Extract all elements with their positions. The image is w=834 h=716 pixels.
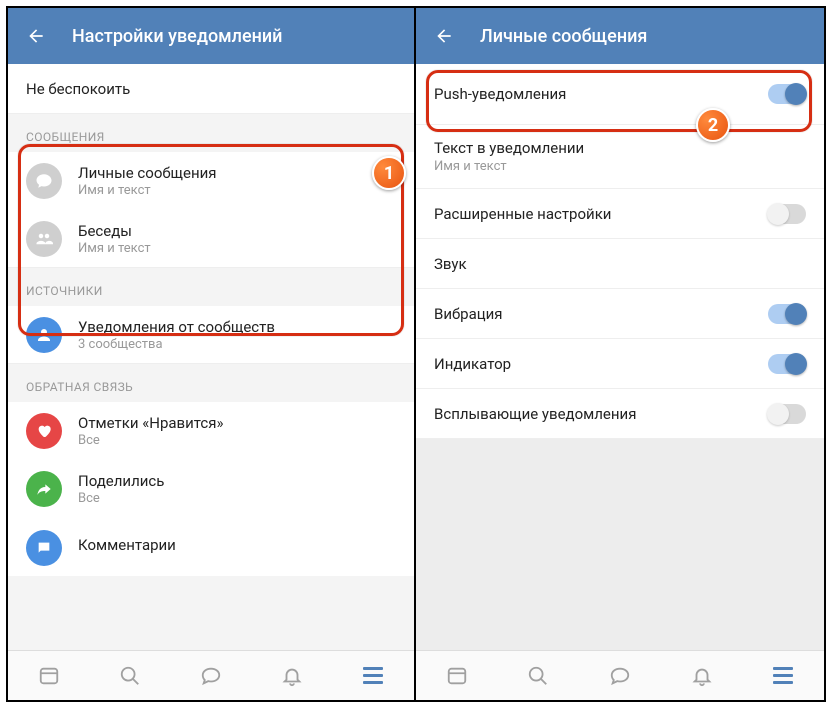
text-in-notif-sub: Имя и текст	[434, 159, 806, 174]
indicator-toggle[interactable]	[768, 354, 806, 374]
shares-sub: Все	[78, 491, 164, 506]
nav-notifications-icon[interactable]	[689, 663, 715, 689]
bottom-nav	[416, 650, 824, 700]
personal-messages-row[interactable]: Личные сообщения Имя и текст	[8, 152, 414, 210]
sound-row[interactable]: Звук	[416, 239, 824, 289]
nav-news-icon[interactable]	[36, 663, 62, 689]
indicator-label: Индикатор	[434, 355, 768, 373]
personal-messages-sub: Имя и текст	[78, 183, 217, 198]
advanced-row[interactable]: Расширенные настройки	[416, 189, 824, 239]
heart-icon	[26, 413, 62, 449]
chats-label: Беседы	[78, 222, 151, 240]
likes-row[interactable]: Отметки «Нравится» Все	[8, 402, 414, 460]
community-icon	[26, 317, 62, 353]
do-not-disturb-row[interactable]: Не беспокоить	[8, 64, 414, 114]
section-messages-header: СООБЩЕНИЯ	[8, 114, 414, 152]
vibration-label: Вибрация	[434, 305, 768, 323]
popup-label: Всплывающие уведомления	[434, 405, 768, 423]
page-title: Настройки уведомлений	[72, 26, 282, 47]
appbar-left: Настройки уведомлений	[8, 8, 414, 64]
right-screen: Личные сообщения Push-уведомления Текст …	[416, 8, 824, 700]
vibration-row[interactable]: Вибрация	[416, 289, 824, 339]
nav-news-icon[interactable]	[444, 663, 470, 689]
personal-messages-label: Личные сообщения	[78, 164, 217, 182]
step-badge-2: 2	[696, 108, 730, 142]
text-in-notif-label: Текст в уведомлении	[434, 139, 806, 157]
push-toggle[interactable]	[768, 84, 806, 104]
right-content: Push-уведомления Текст в уведомлении Имя…	[416, 64, 824, 650]
message-icon	[26, 163, 62, 199]
likes-label: Отметки «Нравится»	[78, 414, 224, 432]
communities-label: Уведомления от сообществ	[78, 318, 275, 336]
comments-label: Комментарии	[78, 536, 176, 554]
empty-area	[416, 439, 824, 650]
section-feedback-header: ОБРАТНАЯ СВЯЗЬ	[8, 364, 414, 402]
popup-row[interactable]: Всплывающие уведомления	[416, 389, 824, 439]
indicator-row[interactable]: Индикатор	[416, 339, 824, 389]
back-arrow-icon[interactable]	[432, 24, 456, 48]
back-arrow-icon[interactable]	[24, 24, 48, 48]
push-label: Push-уведомления	[434, 85, 768, 103]
chats-row[interactable]: Беседы Имя и текст	[8, 210, 414, 268]
communities-row[interactable]: Уведомления от сообществ 3 сообщества	[8, 306, 414, 364]
comment-icon	[26, 530, 62, 566]
left-screen: Настройки уведомлений Не беспокоить СООБ…	[8, 8, 416, 700]
shares-label: Поделились	[78, 472, 164, 490]
nav-search-icon[interactable]	[117, 663, 143, 689]
nav-messages-icon[interactable]	[198, 663, 224, 689]
nav-menu-icon[interactable]	[770, 663, 796, 689]
nav-messages-icon[interactable]	[607, 663, 633, 689]
group-icon	[26, 221, 62, 257]
sound-label: Звук	[434, 255, 806, 273]
page-title: Личные сообщения	[480, 26, 647, 47]
section-sources-header: ИСТОЧНИКИ	[8, 268, 414, 306]
chats-sub: Имя и текст	[78, 241, 151, 256]
nav-notifications-icon[interactable]	[279, 663, 305, 689]
likes-sub: Все	[78, 433, 224, 448]
push-row[interactable]: Push-уведомления	[416, 64, 824, 125]
share-icon	[26, 471, 62, 507]
text-in-notif-row[interactable]: Текст в уведомлении Имя и текст	[416, 125, 824, 189]
nav-menu-icon[interactable]	[360, 663, 386, 689]
communities-sub: 3 сообщества	[78, 337, 275, 352]
advanced-toggle[interactable]	[768, 204, 806, 224]
advanced-label: Расширенные настройки	[434, 205, 768, 223]
nav-search-icon[interactable]	[525, 663, 551, 689]
comments-row[interactable]: Комментарии	[8, 518, 414, 576]
vibration-toggle[interactable]	[768, 304, 806, 324]
left-content: Не беспокоить СООБЩЕНИЯ Личные сообщения…	[8, 64, 414, 650]
popup-toggle[interactable]	[768, 404, 806, 424]
step-badge-1: 1	[372, 156, 406, 190]
bottom-nav	[8, 650, 414, 700]
appbar-right: Личные сообщения	[416, 8, 824, 64]
shares-row[interactable]: Поделились Все	[8, 460, 414, 518]
do-not-disturb-label: Не беспокоить	[26, 80, 396, 98]
